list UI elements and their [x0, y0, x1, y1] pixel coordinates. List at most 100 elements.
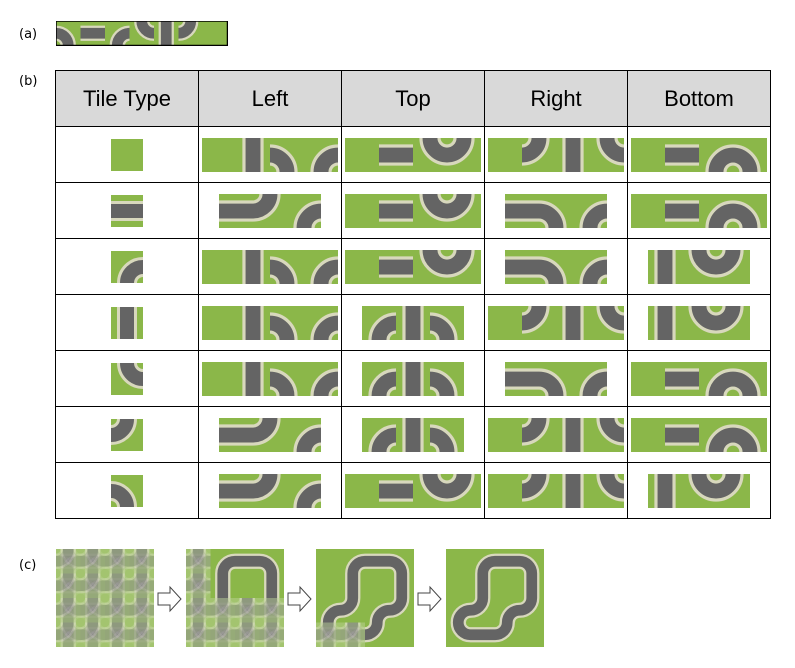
tile-curve-se — [445, 193, 481, 228]
tile-straight-h — [219, 193, 253, 228]
grid-partially-collapsed — [185, 549, 285, 648]
step-arrow — [417, 585, 442, 613]
tile-curve-ne — [304, 137, 338, 172]
tile-straight-v — [396, 361, 430, 396]
collapse-sequence — [56, 549, 546, 649]
allowed-bottom-cell — [627, 350, 771, 407]
allowed-top-cell — [341, 350, 485, 407]
panel-label-b: (b) — [19, 74, 38, 89]
tile-straight-h — [665, 361, 699, 396]
tile-type-straight-h — [111, 194, 143, 227]
table-header-row: Tile Type Left Top Right Bottom — [55, 70, 771, 127]
tile-curve-nw — [537, 361, 573, 396]
tile-curve-se — [520, 473, 556, 508]
tile-straight-v — [556, 305, 590, 340]
tile-grass — [488, 305, 522, 340]
tile-grass — [631, 361, 665, 396]
tile-straight-h — [80, 21, 105, 46]
tile-curve-ne — [699, 193, 735, 228]
allowed-left-cell — [198, 182, 342, 239]
tile-curve-ne — [699, 417, 735, 452]
tile-curve-se — [714, 473, 750, 508]
tile-curve-sw — [682, 249, 718, 284]
tile-grass — [488, 137, 522, 172]
tile-straight-h — [505, 193, 539, 228]
allowed-right-tiles — [505, 361, 607, 396]
grid-mostly-collapsed — [315, 549, 414, 648]
tile-curve-se — [251, 193, 287, 228]
tile-straight-h — [379, 473, 413, 508]
tile-straight-h — [665, 193, 699, 228]
tile-type-cell — [55, 406, 199, 463]
tile-curve-se — [714, 305, 750, 340]
tile-grass — [345, 249, 379, 284]
tile-straight-h — [379, 249, 413, 284]
tile-type-curve-se — [111, 418, 143, 451]
tile-straight-h — [665, 137, 699, 172]
tile-grass — [345, 137, 379, 172]
tile-straight-h — [505, 249, 539, 284]
tile-type-cell — [55, 238, 199, 295]
tile-curve-se — [251, 417, 287, 452]
allowed-bottom-cell — [627, 294, 771, 351]
tile-curve-ne — [287, 417, 321, 452]
tile-grass — [488, 473, 522, 508]
tile-straight-v — [236, 305, 270, 340]
table-row — [55, 182, 771, 239]
allowed-right-cell — [484, 406, 628, 463]
tile-grass — [631, 137, 665, 172]
tile-curve-nw — [537, 249, 573, 284]
allowed-left-tiles — [202, 137, 338, 172]
tile-straight-h — [111, 194, 143, 227]
tile-curve-nw — [731, 361, 767, 396]
tile-curve-ne — [362, 417, 398, 452]
allowed-bottom-tiles — [631, 193, 767, 228]
header-bottom: Bottom — [627, 70, 771, 127]
allowed-top-cell — [341, 126, 485, 183]
tile-curve-nw — [268, 249, 304, 284]
header-left: Left — [198, 70, 342, 127]
tile-curve-sw — [413, 473, 449, 508]
tile-curve-se — [111, 418, 143, 451]
allowed-top-cell — [341, 406, 485, 463]
tile-curve-se — [520, 417, 556, 452]
header-right: Right — [484, 70, 628, 127]
table-row — [55, 294, 771, 351]
allowed-left-tiles — [202, 305, 338, 340]
tile-curve-ne — [304, 305, 338, 340]
tile-curve-nw — [268, 305, 304, 340]
allowed-left-cell — [198, 350, 342, 407]
tile-curve-nw — [731, 417, 767, 452]
tile-curve-se — [177, 21, 203, 46]
allowed-right-tiles — [488, 137, 624, 172]
allowed-top-tiles — [362, 305, 464, 340]
tile-curve-nw — [111, 474, 143, 507]
tile-straight-h — [219, 417, 253, 452]
tile-straight-h — [379, 137, 413, 172]
allowed-bottom-tiles — [631, 417, 767, 452]
tile-straight-v — [154, 21, 179, 46]
tile-straight-v — [556, 137, 590, 172]
tile-curve-se — [520, 305, 556, 340]
tile-grass — [345, 193, 379, 228]
tile-grass — [202, 249, 236, 284]
tile-curve-sw — [413, 137, 449, 172]
tile-curve-ne — [287, 473, 321, 508]
tile-curve-ne — [287, 193, 321, 228]
allowed-right-tiles — [488, 305, 624, 340]
tile-curve-ne — [699, 361, 735, 396]
tile-curve-nw — [428, 417, 464, 452]
tile-curve-ne — [304, 361, 338, 396]
allowed-left-tiles — [202, 361, 338, 396]
tile-type-grass — [111, 138, 143, 171]
tile-straight-v — [556, 417, 590, 452]
tile-curve-ne — [573, 361, 607, 396]
allowed-top-tiles — [345, 193, 481, 228]
tile-straight-v — [648, 305, 682, 340]
tile-curve-ne — [111, 250, 143, 283]
tile-straight-v — [648, 249, 682, 284]
tile-curve-sw — [590, 417, 624, 452]
tile-type-cell — [55, 462, 199, 519]
tile-straight-h — [665, 417, 699, 452]
tile-type-cell — [55, 294, 199, 351]
